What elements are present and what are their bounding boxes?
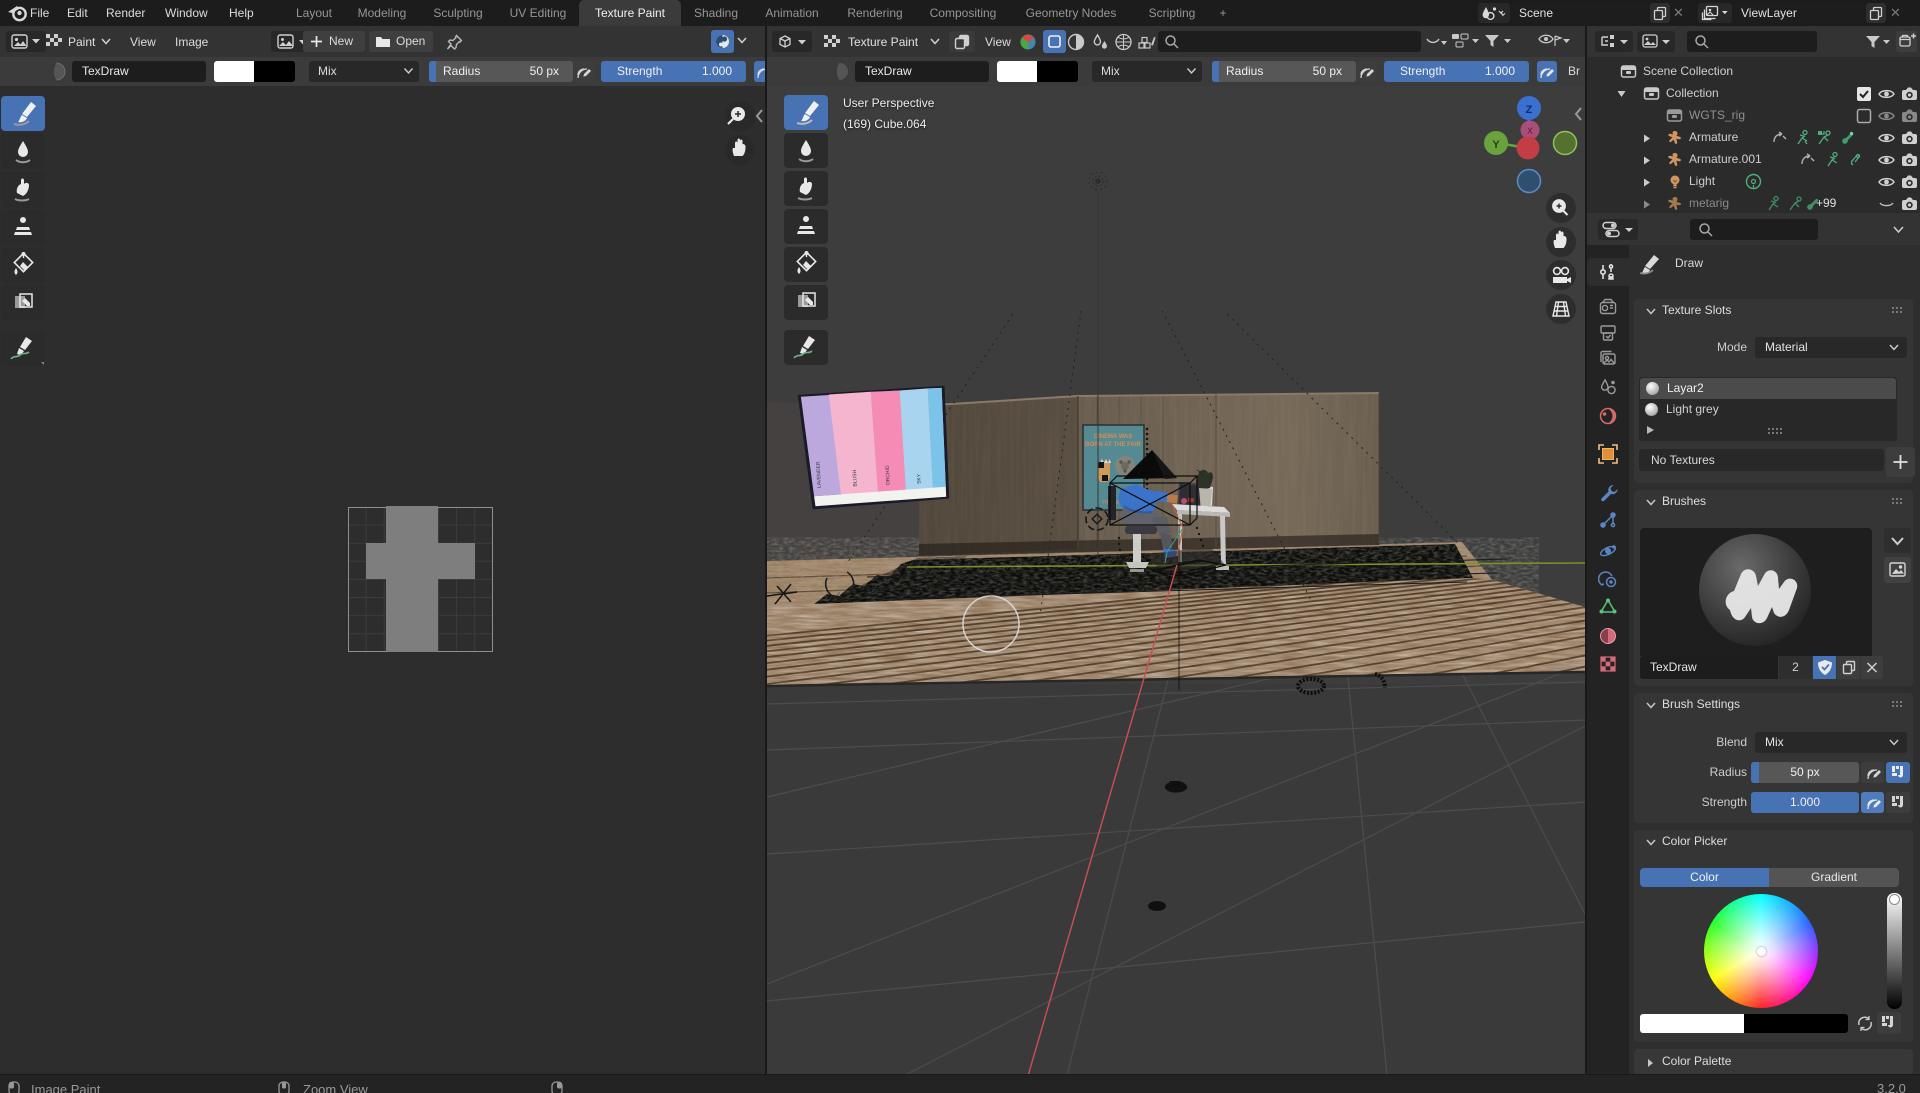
svg-text:ORCHID: ORCHID	[885, 465, 892, 485]
svg-text:Y: Y	[1492, 139, 1500, 151]
svg-text:BLUSH: BLUSH	[852, 469, 859, 486]
svg-text:CINEMA WAS: CINEMA WAS	[1094, 434, 1133, 440]
svg-text:BORN AT THE FAIR: BORN AT THE FAIR	[1085, 442, 1141, 448]
svg-text:X: X	[1527, 126, 1533, 136]
svg-text:Z: Z	[1526, 104, 1533, 116]
svg-text:LAVENDER: LAVENDER	[816, 461, 823, 488]
svg-text:SKY: SKY	[916, 473, 922, 484]
